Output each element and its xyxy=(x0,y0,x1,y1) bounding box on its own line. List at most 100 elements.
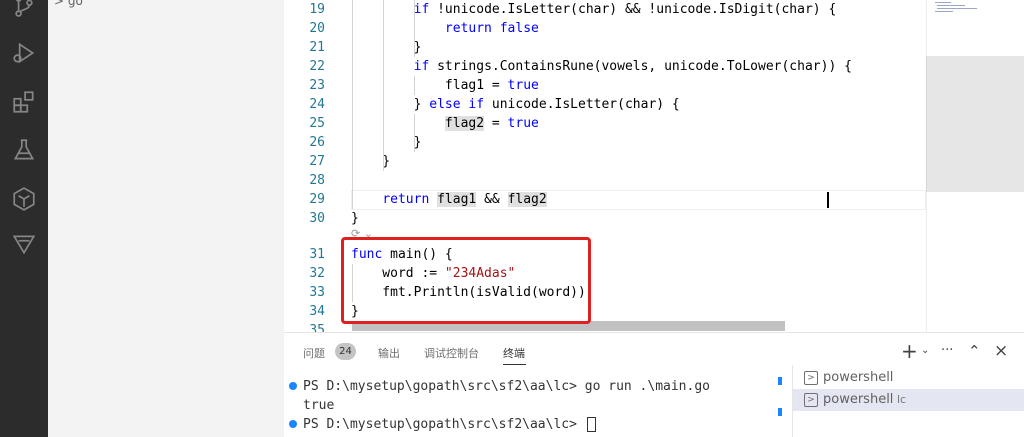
code-text: } else if unicode.IsLetter(char) { xyxy=(351,95,680,114)
sidebar: > go xyxy=(48,0,284,437)
terminal-icon: > xyxy=(804,393,818,407)
code-token: } xyxy=(351,40,422,55)
scrollbar-marker xyxy=(778,408,782,416)
code-line: 21 } xyxy=(284,38,926,57)
code-token: = xyxy=(484,116,508,131)
code-line: 25 flag2 = true xyxy=(284,114,926,133)
code-text: if !unicode.IsLetter(char) && !unicode.I… xyxy=(351,0,837,19)
terminal-item-label: powershell xyxy=(823,370,894,385)
code-token: return xyxy=(444,21,492,36)
minimap-slider[interactable] xyxy=(926,56,1024,192)
terminal-list-item[interactable]: > powershell lc xyxy=(793,389,1024,411)
code-token: } xyxy=(351,135,422,150)
code-token: && xyxy=(476,192,508,207)
terminal-item-folder: lc xyxy=(897,393,907,406)
indent-guide xyxy=(352,0,353,209)
code-token: flag2 xyxy=(507,192,547,207)
problems-count-badge: 24 xyxy=(335,343,356,360)
line-number: 28 xyxy=(309,173,325,188)
code-token: true xyxy=(507,116,539,131)
code-text: } xyxy=(351,152,390,171)
terminal-prompt: PS D:\mysetup\gopath\src\sf2\aa\lc> xyxy=(303,417,585,432)
terminal-cursor xyxy=(586,417,596,432)
filter-icon[interactable] xyxy=(0,226,48,262)
code-line: 22 if strings.ContainsRune(vowels, unico… xyxy=(284,57,926,76)
code-line: 28 xyxy=(284,171,926,190)
code-line: 19 if !unicode.IsLetter(char) && !unicod… xyxy=(284,0,926,19)
code-token: true xyxy=(507,78,539,93)
terminal-output[interactable]: PS D:\mysetup\gopath\src\sf2\aa\lc> go r… xyxy=(284,375,784,437)
line-number: 34 xyxy=(309,304,325,319)
terminal-line: PS D:\mysetup\gopath\src\sf2\aa\lc> go r… xyxy=(303,379,710,394)
terminal-list: > powershell > powershell lc xyxy=(792,365,1024,437)
scrollbar-marker xyxy=(778,377,782,385)
command-decoration-icon[interactable] xyxy=(289,420,297,428)
line-number: 24 xyxy=(309,97,325,112)
close-panel-button[interactable]: × xyxy=(994,341,1008,361)
terminal-dropdown-button[interactable]: ⌄ xyxy=(921,341,929,361)
line-number: 23 xyxy=(309,78,325,93)
code-token: unicode.IsLetter(char) { xyxy=(484,97,680,112)
code-text: } xyxy=(351,209,359,228)
code-text: } xyxy=(351,38,422,57)
run-debug-icon[interactable] xyxy=(0,35,48,71)
main-function-highlight-box xyxy=(341,237,591,324)
code-text: flag2 = true xyxy=(351,114,539,133)
code-token: false xyxy=(499,21,539,36)
activity-bar xyxy=(0,0,48,437)
new-terminal-button[interactable]: + xyxy=(901,341,918,361)
code-token: flag1 = xyxy=(351,78,508,93)
code-token: flag2 xyxy=(444,116,485,131)
code-line: 20 return false xyxy=(284,19,926,38)
code-token: if xyxy=(468,97,485,112)
tab-terminal[interactable]: 终端 xyxy=(503,345,525,361)
sidebar-folder-label[interactable]: > go xyxy=(54,0,83,8)
extensions-icon[interactable] xyxy=(0,84,48,120)
indent-guide xyxy=(414,0,415,57)
terminal-icon: > xyxy=(804,371,818,385)
code-token: } xyxy=(351,154,391,169)
terminal-line: true xyxy=(303,398,335,413)
code-token: if xyxy=(413,2,430,17)
code-token: else xyxy=(429,97,461,112)
indent-guide xyxy=(414,76,415,95)
terminal-prompt-line: PS D:\mysetup\gopath\src\sf2\aa\lc> xyxy=(303,415,596,434)
line-number: 27 xyxy=(309,154,325,169)
code-text: return false xyxy=(351,19,539,38)
tab-debug-console[interactable]: 调试控制台 xyxy=(424,345,479,361)
line-number: 35 xyxy=(309,323,325,332)
more-actions-button[interactable]: ··· xyxy=(941,341,953,361)
testing-icon[interactable] xyxy=(0,132,48,168)
remote-explorer-icon[interactable] xyxy=(0,181,48,217)
code-token: if xyxy=(413,59,430,74)
line-number: 21 xyxy=(309,40,325,55)
line-number: 31 xyxy=(309,247,325,262)
line-number: 29 xyxy=(309,192,325,207)
terminal-list-item[interactable]: > powershell xyxy=(793,367,1024,389)
command-decoration-icon[interactable] xyxy=(289,382,297,390)
code-token: strings.ContainsRune(vowels, unicode.ToL… xyxy=(429,59,852,74)
code-line: 29 return flag1 && flag2 xyxy=(284,190,926,209)
tab-problems[interactable]: 问题 xyxy=(303,345,325,361)
code-token: !unicode.IsLetter(char) && !unicode.IsDi… xyxy=(429,2,837,17)
bottom-panel: 问题 24 输出 调试控制台 终端 + ⌄ ··· ⌃ × PS D:\myse… xyxy=(284,332,1024,437)
line-number: 33 xyxy=(309,285,325,300)
active-tab-indicator xyxy=(503,364,526,365)
code-line: 26 } xyxy=(284,133,926,152)
code-line: 24 } else if unicode.IsLetter(char) { xyxy=(284,95,926,114)
maximize-panel-button[interactable]: ⌃ xyxy=(968,341,981,361)
code-text: return flag1 && flag2 xyxy=(351,190,547,209)
code-text: } xyxy=(351,133,422,152)
line-number: 22 xyxy=(309,59,325,74)
code-line: 23 flag1 = true xyxy=(284,76,926,95)
text-cursor xyxy=(827,192,829,208)
source-control-icon[interactable] xyxy=(0,0,48,24)
code-line: 27 } xyxy=(284,152,926,171)
line-number: 25 xyxy=(309,116,325,131)
tab-output[interactable]: 输出 xyxy=(378,345,400,361)
code-token: flag1 xyxy=(437,192,477,207)
